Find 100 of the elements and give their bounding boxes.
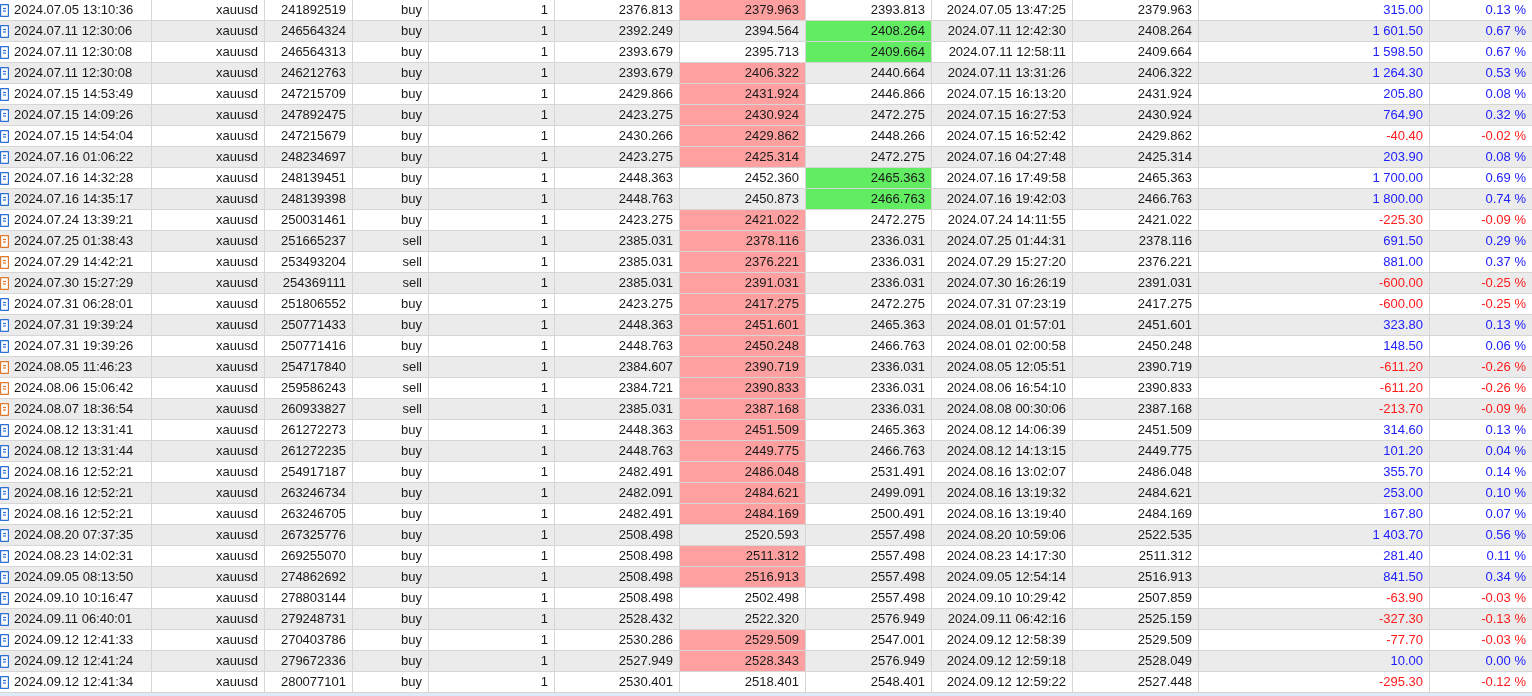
type-cell: buy bbox=[353, 483, 429, 504]
volume-cell: 1 bbox=[429, 168, 555, 189]
open-time: 2024.07.29 14:42:21 bbox=[14, 253, 134, 272]
take-profit-cell: 2472.275 bbox=[806, 105, 932, 126]
type-cell: buy bbox=[353, 147, 429, 168]
open-time: 2024.09.12 12:41:34 bbox=[14, 673, 134, 692]
price-cell: 2448.763 bbox=[555, 441, 680, 462]
take-profit-cell: 2408.264 bbox=[806, 21, 932, 42]
volume-cell: 1 bbox=[429, 483, 555, 504]
take-profit-cell: 2336.031 bbox=[806, 399, 932, 420]
ticket-cell: 248139451 bbox=[265, 168, 353, 189]
price-cell: 2423.275 bbox=[555, 105, 680, 126]
ticket-cell: 247215709 bbox=[265, 84, 353, 105]
ticket-cell: 253493204 bbox=[265, 252, 353, 273]
document-icon bbox=[0, 24, 9, 38]
profit-cell: -40.40 bbox=[1199, 126, 1430, 147]
symbol-cell: xauusd bbox=[152, 651, 265, 672]
volume-cell: 1 bbox=[429, 105, 555, 126]
volume-cell: 1 bbox=[429, 546, 555, 567]
symbol-cell: xauusd bbox=[152, 21, 265, 42]
close-price-cell: 2484.621 bbox=[1073, 483, 1199, 504]
stop-loss-cell: 2430.924 bbox=[680, 105, 806, 126]
close-price-cell: 2449.775 bbox=[1073, 441, 1199, 462]
document-icon bbox=[0, 318, 9, 332]
open-time: 2024.09.12 12:41:33 bbox=[14, 631, 134, 650]
close-time-cell: 2024.07.11 12:42:30 bbox=[932, 21, 1073, 42]
profit-cell: 764.90 bbox=[1199, 105, 1430, 126]
take-profit-cell: 2557.498 bbox=[806, 588, 932, 609]
symbol-cell: xauusd bbox=[152, 567, 265, 588]
stop-loss-cell: 2425.314 bbox=[680, 147, 806, 168]
document-icon bbox=[0, 402, 9, 416]
ticket-cell: 246564324 bbox=[265, 21, 353, 42]
change-cell: 0.13 % bbox=[1430, 315, 1532, 336]
close-price-cell: 2529.509 bbox=[1073, 630, 1199, 651]
close-price-cell: 2450.248 bbox=[1073, 336, 1199, 357]
open-time: 2024.09.11 06:40:01 bbox=[14, 610, 133, 629]
stop-loss-cell: 2387.168 bbox=[680, 399, 806, 420]
volume-cell: 1 bbox=[429, 189, 555, 210]
change-cell: 0.53 % bbox=[1430, 63, 1532, 84]
close-price-cell: 2465.363 bbox=[1073, 168, 1199, 189]
symbol-cell: xauusd bbox=[152, 504, 265, 525]
volume-cell: 1 bbox=[429, 315, 555, 336]
take-profit-cell: 2576.949 bbox=[806, 651, 932, 672]
change-cell: 0.56 % bbox=[1430, 525, 1532, 546]
ticket-cell: 278803144 bbox=[265, 588, 353, 609]
close-time-cell: 2024.09.11 06:42:16 bbox=[932, 609, 1073, 630]
symbol-cell: xauusd bbox=[152, 252, 265, 273]
document-icon bbox=[0, 276, 9, 290]
volume-cell: 1 bbox=[429, 441, 555, 462]
open-time: 2024.09.10 10:16:47 bbox=[14, 589, 134, 608]
ticket-cell: 260933827 bbox=[265, 399, 353, 420]
symbol-cell: xauusd bbox=[152, 483, 265, 504]
type-cell: buy bbox=[353, 336, 429, 357]
symbol-cell: xauusd bbox=[152, 273, 265, 294]
volume-cell: 1 bbox=[429, 84, 555, 105]
type-cell: buy bbox=[353, 84, 429, 105]
ticket-cell: 254369111 bbox=[265, 273, 353, 294]
close-time-cell: 2024.07.16 04:27:48 bbox=[932, 147, 1073, 168]
ticket-cell: 250031461 bbox=[265, 210, 353, 231]
ticket-cell: 263246734 bbox=[265, 483, 353, 504]
open-time: 2024.07.11 12:30:06 bbox=[14, 22, 133, 41]
profit-cell: -213.70 bbox=[1199, 399, 1430, 420]
close-time-cell: 2024.08.12 14:06:39 bbox=[932, 420, 1073, 441]
volume-cell: 1 bbox=[429, 462, 555, 483]
profit-cell: 205.80 bbox=[1199, 84, 1430, 105]
price-cell: 2385.031 bbox=[555, 231, 680, 252]
open-time: 2024.08.16 12:52:21 bbox=[14, 484, 134, 503]
stop-loss-cell: 2484.621 bbox=[680, 483, 806, 504]
open-time: 2024.08.16 12:52:21 bbox=[14, 505, 134, 524]
type-cell: buy bbox=[353, 462, 429, 483]
close-time-cell: 2024.08.12 14:13:15 bbox=[932, 441, 1073, 462]
stop-loss-cell: 2486.048 bbox=[680, 462, 806, 483]
ticket-cell: 254717840 bbox=[265, 357, 353, 378]
close-time-cell: 2024.08.20 10:59:06 bbox=[932, 525, 1073, 546]
symbol-cell: xauusd bbox=[152, 378, 265, 399]
document-icon bbox=[0, 150, 9, 164]
price-cell: 2393.679 bbox=[555, 63, 680, 84]
price-cell: 2508.498 bbox=[555, 525, 680, 546]
symbol-cell: xauusd bbox=[152, 147, 265, 168]
close-price-cell: 2528.049 bbox=[1073, 651, 1199, 672]
volume-cell: 1 bbox=[429, 399, 555, 420]
close-price-cell: 2390.833 bbox=[1073, 378, 1199, 399]
close-price-cell: 2431.924 bbox=[1073, 84, 1199, 105]
close-price-cell: 2511.312 bbox=[1073, 546, 1199, 567]
volume-cell: 1 bbox=[429, 378, 555, 399]
type-cell: sell bbox=[353, 357, 429, 378]
close-time-cell: 2024.09.10 10:29:42 bbox=[932, 588, 1073, 609]
ticket-cell: 254917187 bbox=[265, 462, 353, 483]
profit-cell: 203.90 bbox=[1199, 147, 1430, 168]
profit-cell: 101.20 bbox=[1199, 441, 1430, 462]
take-profit-cell: 2446.866 bbox=[806, 84, 932, 105]
stop-loss-cell: 2376.221 bbox=[680, 252, 806, 273]
price-cell: 2508.498 bbox=[555, 588, 680, 609]
price-cell: 2423.275 bbox=[555, 147, 680, 168]
close-time-cell: 2024.07.15 16:13:20 bbox=[932, 84, 1073, 105]
symbol-cell: xauusd bbox=[152, 168, 265, 189]
stop-loss-cell: 2522.320 bbox=[680, 609, 806, 630]
change-cell: 0.29 % bbox=[1430, 231, 1532, 252]
symbol-cell: xauusd bbox=[152, 294, 265, 315]
open-time: 2024.07.11 12:30:08 bbox=[14, 43, 133, 62]
